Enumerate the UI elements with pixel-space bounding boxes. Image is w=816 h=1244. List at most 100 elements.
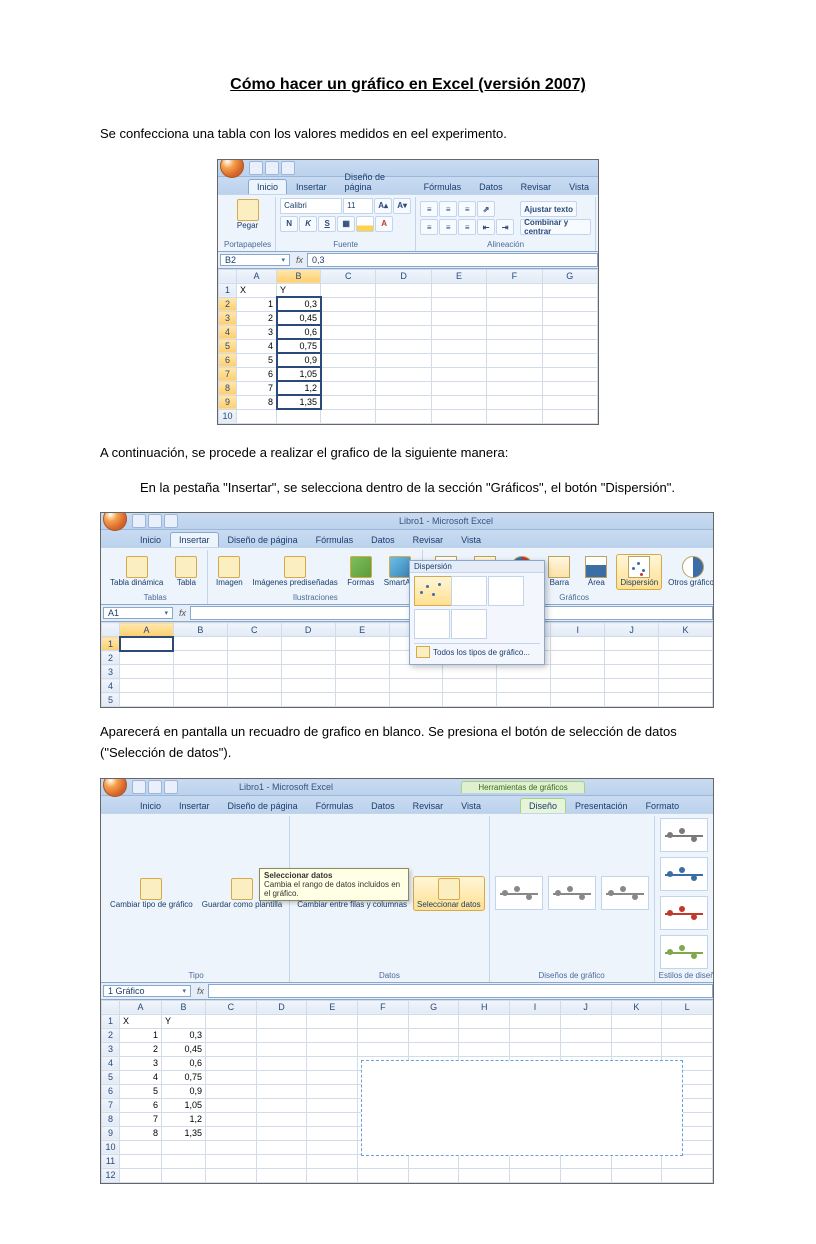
col-header[interactable]: A [120, 1000, 162, 1014]
cell[interactable]: 0,45 [162, 1042, 206, 1056]
tab-diseno-pagina[interactable]: Diseño de página [219, 532, 307, 547]
row-header[interactable]: 12 [102, 1168, 120, 1182]
col-header[interactable]: A [120, 623, 174, 637]
row-header[interactable]: 11 [102, 1154, 120, 1168]
tab-insertar[interactable]: Insertar [170, 798, 219, 813]
cell[interactable]: 0,45 [277, 311, 321, 325]
fill-color-button[interactable] [356, 216, 374, 232]
row-header[interactable]: 5 [102, 1070, 120, 1084]
row-header[interactable]: 10 [102, 1140, 120, 1154]
cell[interactable]: 1,35 [162, 1126, 206, 1140]
cell[interactable] [277, 409, 321, 423]
tab-revisar[interactable]: Revisar [512, 179, 561, 194]
select-data-button[interactable]: Seleccionar datos [413, 876, 485, 912]
cell[interactable]: 1,2 [277, 381, 321, 395]
row-header[interactable]: 8 [219, 381, 237, 395]
qat-redo-icon[interactable] [164, 780, 178, 794]
align-right-button[interactable]: ≡ [458, 219, 476, 235]
area-chart-button[interactable]: Área [579, 555, 613, 589]
cell[interactable] [120, 1140, 162, 1154]
spreadsheet-grid[interactable]: A B C D E F G 1XY210,3320,45430,6540,756… [218, 269, 598, 424]
tab-formulas[interactable]: Fórmulas [415, 179, 471, 194]
cell[interactable]: X [120, 1014, 162, 1028]
row-header[interactable]: 10 [219, 409, 237, 423]
col-header[interactable]: F [487, 269, 542, 283]
tab-insertar[interactable]: Insertar [170, 532, 219, 547]
qat-save-icon[interactable] [132, 514, 146, 528]
indent-inc-button[interactable]: ⇥ [496, 219, 514, 235]
row-header[interactable]: 1 [102, 1014, 120, 1028]
tab-datos[interactable]: Datos [470, 179, 512, 194]
tab-inicio[interactable]: Inicio [131, 532, 170, 547]
tab-inicio[interactable]: Inicio [131, 798, 170, 813]
cell[interactable]: 0,6 [162, 1056, 206, 1070]
cell[interactable]: 3 [120, 1056, 162, 1070]
name-box[interactable]: A1 [103, 607, 173, 619]
row-header[interactable]: 1 [219, 283, 237, 297]
col-header[interactable]: D [281, 623, 335, 637]
row-header[interactable]: 6 [102, 1084, 120, 1098]
row-header[interactable]: 2 [102, 651, 120, 665]
scatter-straight-option[interactable] [451, 609, 487, 639]
qat-redo-icon[interactable] [281, 161, 295, 175]
cell[interactable]: 1,05 [162, 1098, 206, 1112]
qat-save-icon[interactable] [132, 780, 146, 794]
cell[interactable] [120, 1168, 162, 1182]
font-shrink-button[interactable]: A▾ [393, 198, 411, 214]
pivottable-button[interactable]: Tabla dinámica [107, 555, 166, 589]
cell[interactable]: 0,3 [162, 1028, 206, 1042]
cell[interactable]: 0,75 [162, 1070, 206, 1084]
row-header[interactable]: 6 [219, 353, 237, 367]
tab-diseno-chart[interactable]: Diseño [520, 798, 566, 813]
formula-bar[interactable]: 0,3 [307, 253, 598, 267]
shapes-button[interactable]: Formas [344, 555, 378, 589]
align-bottom-button[interactable]: ≡ [458, 201, 476, 217]
row-header[interactable]: 4 [102, 1056, 120, 1070]
row-header[interactable]: 3 [219, 311, 237, 325]
chart-layout-thumb[interactable] [601, 876, 649, 910]
col-header[interactable]: H [459, 1000, 510, 1014]
cell[interactable]: 1,2 [162, 1112, 206, 1126]
bold-button[interactable]: N [280, 216, 298, 232]
bar-chart-button[interactable]: Barra [542, 555, 576, 589]
row-header[interactable]: 5 [102, 693, 120, 707]
align-top-button[interactable]: ≡ [420, 201, 438, 217]
table-button[interactable]: Tabla [169, 555, 203, 589]
chart-style-thumb[interactable] [660, 818, 708, 852]
row-header[interactable]: 7 [219, 367, 237, 381]
fx-icon[interactable]: fx [197, 986, 204, 996]
cell[interactable]: 4 [120, 1070, 162, 1084]
tab-formulas[interactable]: Fórmulas [307, 798, 363, 813]
col-header[interactable]: J [560, 1000, 611, 1014]
cell[interactable]: 0,9 [277, 353, 321, 367]
col-header[interactable]: A [237, 269, 277, 283]
chart-style-thumb[interactable] [660, 896, 708, 930]
col-header[interactable]: E [431, 269, 486, 283]
col-header[interactable]: I [510, 1000, 561, 1014]
col-header[interactable]: B [162, 1000, 206, 1014]
cell[interactable]: 7 [120, 1112, 162, 1126]
col-header[interactable]: G [408, 1000, 459, 1014]
cell[interactable]: 6 [120, 1098, 162, 1112]
align-left-button[interactable]: ≡ [420, 219, 438, 235]
cell[interactable]: 2 [237, 311, 277, 325]
cell[interactable]: 8 [237, 395, 277, 409]
tab-vista[interactable]: Vista [452, 532, 490, 547]
font-name-select[interactable]: Calibri [280, 198, 342, 214]
change-chart-type-button[interactable]: Cambiar tipo de gráfico [107, 877, 196, 911]
tab-diseno-pagina[interactable]: Diseño de página [219, 798, 307, 813]
merge-center-button[interactable]: Combinar y centrar [520, 219, 591, 235]
scatter-markers-option[interactable] [414, 576, 456, 606]
cell[interactable] [237, 409, 277, 423]
cell[interactable]: 4 [237, 339, 277, 353]
orientation-button[interactable]: ⇗ [477, 201, 495, 217]
cell[interactable]: X [237, 283, 277, 297]
row-header[interactable]: 3 [102, 665, 120, 679]
row-header[interactable]: 9 [219, 395, 237, 409]
cell[interactable]: 1 [120, 1028, 162, 1042]
tab-vista[interactable]: Vista [560, 179, 598, 194]
qat-undo-icon[interactable] [265, 161, 279, 175]
col-header[interactable]: C [321, 269, 376, 283]
border-button[interactable]: ▦ [337, 216, 355, 232]
align-center-button[interactable]: ≡ [439, 219, 457, 235]
